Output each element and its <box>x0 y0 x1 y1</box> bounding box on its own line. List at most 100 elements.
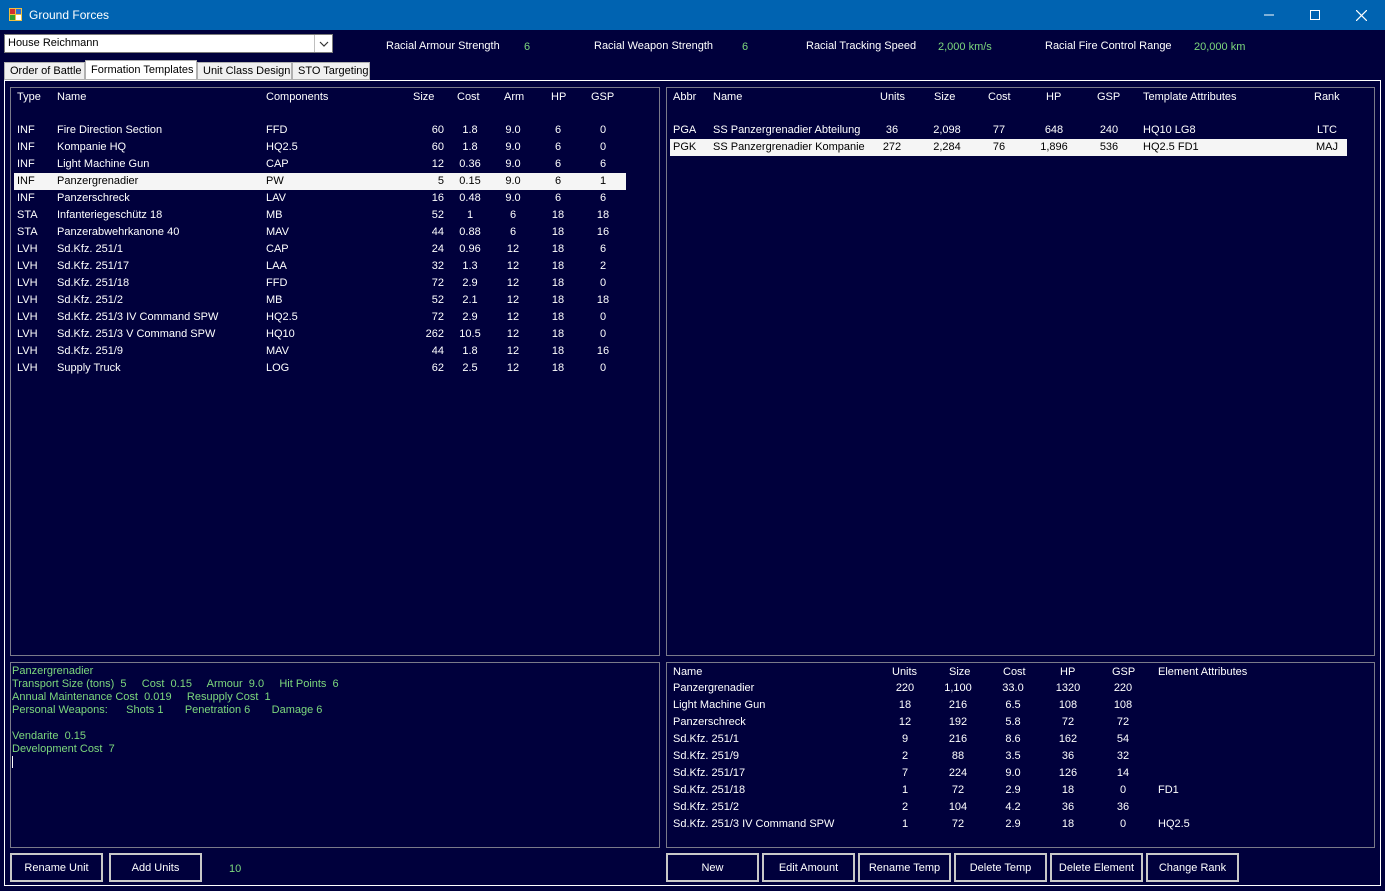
element-row[interactable]: Panzergrenadier 220 1,100 33.0 1320 220 <box>670 680 1370 697</box>
unit-class-row[interactable]: LVH Sd.Kfz. 251/18 FFD 72 2.9 12 18 0 <box>14 275 626 292</box>
template-col-name[interactable]: Name <box>713 91 742 103</box>
unit-type-cell: LVH <box>17 243 38 255</box>
element-hp-cell: 126 <box>1058 767 1078 779</box>
template-col-abbr[interactable]: Abbr <box>673 91 696 103</box>
template-col-size[interactable]: Size <box>934 91 955 103</box>
close-button[interactable] <box>1338 0 1384 30</box>
unit-class-row[interactable]: INF Fire Direction Section FFD 60 1.8 9.0 6 0 <box>14 122 626 139</box>
unit-col-arm[interactable]: Arm <box>504 91 524 103</box>
unit-type-cell: LVH <box>17 345 38 357</box>
unit-col-gsp[interactable]: GSP <box>591 91 614 103</box>
element-col-units[interactable]: Units <box>892 666 917 678</box>
unit-type-cell: LVH <box>17 362 38 374</box>
unit-class-row[interactable]: LVH Sd.Kfz. 251/3 V Command SPW HQ10 262 10.… <box>14 326 626 343</box>
unit-class-row[interactable]: LVH Sd.Kfz. 251/1 CAP 24 0.96 12 18 6 <box>14 241 626 258</box>
element-row[interactable]: Sd.Kfz. 251/18 1 72 2.9 18 0 FD1 <box>670 782 1370 799</box>
template-col-rank[interactable]: Rank <box>1314 91 1340 103</box>
element-units-cell: 2 <box>901 801 909 813</box>
template-col-units[interactable]: Units <box>880 91 905 103</box>
tab-unit-class-design[interactable]: Unit Class Design <box>197 62 292 80</box>
unit-gsp-cell: 0 <box>599 362 607 374</box>
minimize-button[interactable] <box>1246 0 1292 30</box>
element-cost-cell: 8.6 <box>1005 733 1021 745</box>
unit-size-cell: 72 <box>431 311 444 323</box>
maximize-button[interactable] <box>1292 0 1338 30</box>
unit-size-cell: 32 <box>431 260 444 272</box>
element-size-cell: 72 <box>951 784 965 796</box>
template-list[interactable] <box>666 87 1375 656</box>
template-col-cost[interactable]: Cost <box>988 91 1011 103</box>
element-col-attributes[interactable]: Element Attributes <box>1158 666 1247 678</box>
unit-col-components[interactable]: Components <box>266 91 328 103</box>
element-name-cell: Sd.Kfz. 251/9 <box>673 750 740 762</box>
edit-amount-button[interactable]: Edit Amount <box>762 853 855 882</box>
element-name-cell: Light Machine Gun <box>673 699 766 711</box>
unit-cost-cell: 1.8 <box>462 124 478 136</box>
tab-order-of-battle[interactable]: Order of Battle <box>4 62 85 80</box>
element-gsp-cell: 36 <box>1116 801 1130 813</box>
unit-name-cell: Light Machine Gun <box>57 158 150 170</box>
template-col-attributes[interactable]: Template Attributes <box>1143 91 1237 103</box>
element-row[interactable]: Sd.Kfz. 251/9 2 88 3.5 36 32 <box>670 748 1370 765</box>
chevron-down-icon[interactable] <box>314 35 332 52</box>
element-row[interactable]: Sd.Kfz. 251/17 7 224 9.0 126 14 <box>670 765 1370 782</box>
element-col-cost[interactable]: Cost <box>1003 666 1026 678</box>
unit-col-size[interactable]: Size <box>413 91 434 103</box>
delete-template-button[interactable]: Delete Temp <box>954 853 1047 882</box>
element-row[interactable]: Light Machine Gun 18 216 6.5 108 108 <box>670 697 1370 714</box>
template-hp-cell: 1,896 <box>1040 141 1068 153</box>
tab-sto-targeting[interactable]: STO Targeting <box>292 62 370 80</box>
unit-gsp-cell: 6 <box>599 158 607 170</box>
template-col-gsp[interactable]: GSP <box>1097 91 1120 103</box>
unit-cost-cell: 2.9 <box>462 277 478 289</box>
units-to-add-value[interactable]: 10 <box>229 863 241 875</box>
unit-class-row[interactable]: INF Kompanie HQ HQ2.5 60 1.8 9.0 6 0 <box>14 139 626 156</box>
unit-size-cell: 44 <box>431 345 444 357</box>
template-row[interactable]: PGK SS Panzergrenadier Kompanie 272 2,284 76… <box>670 139 1347 156</box>
add-units-button[interactable]: Add Units <box>109 853 202 882</box>
unit-class-row[interactable]: STA Infanteriegeschütz 18 MB 52 1 6 18 18 <box>14 207 626 224</box>
element-col-hp[interactable]: HP <box>1060 666 1075 678</box>
unit-class-row[interactable]: LVH Sd.Kfz. 251/9 MAV 44 1.8 12 18 16 <box>14 343 626 360</box>
unit-name-cell: Panzerschreck <box>57 192 130 204</box>
unit-type-cell: INF <box>17 175 35 187</box>
unit-size-cell: 262 <box>425 328 444 340</box>
template-row[interactable]: PGA SS Panzergrenadier Abteilung 36 2,098 77… <box>670 122 1347 139</box>
new-template-button[interactable]: New <box>666 853 759 882</box>
element-row[interactable]: Sd.Kfz. 251/3 IV Command SPW 1 72 2.9 18 0 HQ2… <box>670 816 1370 833</box>
unit-components-cell: CAP <box>266 243 289 255</box>
tab-formation-templates[interactable]: Formation Templates <box>85 60 197 80</box>
minimize-icon <box>1264 14 1274 16</box>
unit-col-type[interactable]: Type <box>17 91 41 103</box>
unit-class-row[interactable]: STA Panzerabwehrkanone 40 MAV 44 0.88 6 18 16 <box>14 224 626 241</box>
rename-unit-button[interactable]: Rename Unit <box>10 853 103 882</box>
unit-class-row[interactable]: LVH Sd.Kfz. 251/17 LAA 32 1.3 12 18 2 <box>14 258 626 275</box>
tracking-speed-value: 2,000 km/s <box>938 41 992 53</box>
race-dropdown[interactable]: House Reichmann <box>4 34 333 53</box>
rename-template-button[interactable]: Rename Temp <box>858 853 951 882</box>
template-col-hp[interactable]: HP <box>1046 91 1061 103</box>
element-col-size[interactable]: Size <box>949 666 970 678</box>
unit-class-row[interactable]: LVH Supply Truck LOG 62 2.5 12 18 0 <box>14 360 626 377</box>
unit-arm-cell: 12 <box>506 311 520 323</box>
unit-col-hp[interactable]: HP <box>551 91 566 103</box>
unit-class-row[interactable]: LVH Sd.Kfz. 251/2 MB 52 2.1 12 18 18 <box>14 292 626 309</box>
element-row[interactable]: Sd.Kfz. 251/1 9 216 8.6 162 54 <box>670 731 1370 748</box>
unit-col-cost[interactable]: Cost <box>457 91 480 103</box>
element-row[interactable]: Sd.Kfz. 251/2 2 104 4.2 36 36 <box>670 799 1370 816</box>
element-col-gsp[interactable]: GSP <box>1112 666 1135 678</box>
unit-class-row[interactable]: INF Panzergrenadier PW 5 0.15 9.0 6 1 <box>14 173 626 190</box>
unit-hp-cell: 6 <box>554 175 562 187</box>
change-rank-button[interactable]: Change Rank <box>1146 853 1239 882</box>
element-hp-cell: 162 <box>1058 733 1078 745</box>
unit-components-cell: MAV <box>266 226 290 238</box>
unit-class-row[interactable]: INF Panzerschreck LAV 16 0.48 9.0 6 6 <box>14 190 626 207</box>
delete-element-button[interactable]: Delete Element <box>1050 853 1143 882</box>
unit-col-name[interactable]: Name <box>57 91 86 103</box>
element-attributes-cell: HQ2.5 <box>1158 818 1190 830</box>
unit-class-row[interactable]: INF Light Machine Gun CAP 12 0.36 9.0 6 6 <box>14 156 626 173</box>
unit-class-row[interactable]: LVH Sd.Kfz. 251/3 IV Command SPW HQ2.5 72 2.… <box>14 309 626 326</box>
element-units-cell: 9 <box>901 733 909 745</box>
element-col-name[interactable]: Name <box>673 666 702 678</box>
element-row[interactable]: Panzerschreck 12 192 5.8 72 72 <box>670 714 1370 731</box>
